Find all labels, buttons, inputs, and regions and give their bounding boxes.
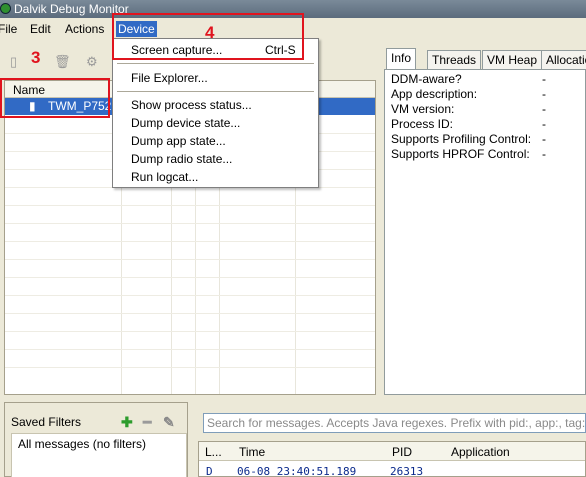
info-label: Process ID: — [391, 117, 454, 131]
info-value: - — [542, 147, 546, 161]
info-panel: DDM-aware? - App description: - VM versi… — [384, 69, 586, 395]
log-time: 06-08 23:40:51.189 — [237, 465, 357, 477]
tab-info[interactable]: Info — [386, 48, 417, 70]
info-label: VM version: — [391, 102, 455, 116]
row-line — [5, 367, 375, 368]
log-table-header: L... Time PID Application — [199, 442, 585, 461]
column-time[interactable]: Time — [239, 445, 265, 459]
app-icon — [0, 3, 11, 14]
tab-vm-heap[interactable]: VM Heap — [482, 50, 543, 70]
menu-item-file-explorer[interactable]: File Explorer... — [113, 69, 318, 87]
info-value: - — [542, 132, 546, 146]
info-tabs: Info Threads VM Heap Allocation — [384, 48, 586, 70]
gc-icon[interactable]: ⚙ — [86, 54, 98, 70]
menu-file[interactable]: File — [0, 21, 19, 37]
column-level[interactable]: L... — [205, 445, 222, 459]
menu-actions[interactable]: Actions — [63, 21, 106, 37]
annotation-box-device-list — [0, 78, 110, 118]
device-menu-dropdown: Screen capture... Ctrl-S File Explorer..… — [112, 38, 319, 188]
row-line — [5, 277, 375, 278]
saved-filters-title: Saved Filters — [11, 415, 82, 429]
menu-item-show-process-status[interactable]: Show process status... — [113, 96, 318, 114]
add-filter-icon[interactable]: ✚ — [121, 414, 133, 431]
row-line — [5, 295, 375, 296]
log-row[interactable]: D 06-08 23:40:51.189 26313 — [199, 462, 585, 477]
menu-edit[interactable]: Edit — [28, 21, 53, 37]
column-pid[interactable]: PID — [392, 445, 412, 459]
annotation-number-4: 4 — [205, 23, 215, 42]
log-search-input[interactable]: Search for messages. Accepts Java regexe… — [203, 413, 586, 433]
debug-icon[interactable]: ▯ — [10, 54, 17, 70]
info-value: - — [542, 117, 546, 131]
saved-filters-panel: Saved Filters ✚ ━ ✎ All messages (no fil… — [4, 402, 188, 477]
row-line — [5, 331, 375, 332]
tab-threads[interactable]: Threads — [427, 50, 482, 70]
trash-icon[interactable]: 🗑 — [54, 54, 71, 70]
saved-filters-list: All messages (no filters) — [11, 433, 187, 477]
menu-item-run-logcat[interactable]: Run logcat... — [113, 168, 318, 186]
info-label: App description: — [391, 87, 478, 101]
info-value: - — [542, 87, 546, 101]
info-label: Supports Profiling Control: — [391, 132, 532, 146]
log-table: L... Time PID Application D 06-08 23:40:… — [198, 441, 586, 477]
menu-item-dump-device-state[interactable]: Dump device state... — [113, 114, 318, 132]
menu-item-dump-app-state[interactable]: Dump app state... — [113, 132, 318, 150]
device-toolbar: ▯ 🗑 ⚙ — [0, 48, 120, 74]
menu-separator — [117, 63, 314, 64]
row-line — [5, 313, 375, 314]
row-line — [5, 223, 375, 224]
row-line — [5, 349, 375, 350]
filter-item[interactable]: All messages (no filters) — [18, 437, 146, 451]
log-level: D — [206, 465, 213, 477]
info-value: - — [542, 102, 546, 116]
row-line — [5, 241, 375, 242]
edit-filter-icon[interactable]: ✎ — [163, 414, 175, 431]
row-line — [5, 259, 375, 260]
menu-separator — [117, 91, 314, 92]
remove-filter-icon[interactable]: ━ — [143, 414, 151, 431]
log-pid: 26313 — [390, 465, 424, 477]
info-value: - — [542, 72, 546, 86]
info-label: Supports HPROF Control: — [391, 147, 530, 161]
column-application[interactable]: Application — [451, 445, 510, 459]
info-label: DDM-aware? — [391, 72, 462, 86]
tab-allocation[interactable]: Allocation — [541, 50, 586, 70]
row-line — [5, 205, 375, 206]
menu-item-dump-radio-state[interactable]: Dump radio state... — [113, 150, 318, 168]
annotation-number-3: 3 — [31, 48, 41, 67]
